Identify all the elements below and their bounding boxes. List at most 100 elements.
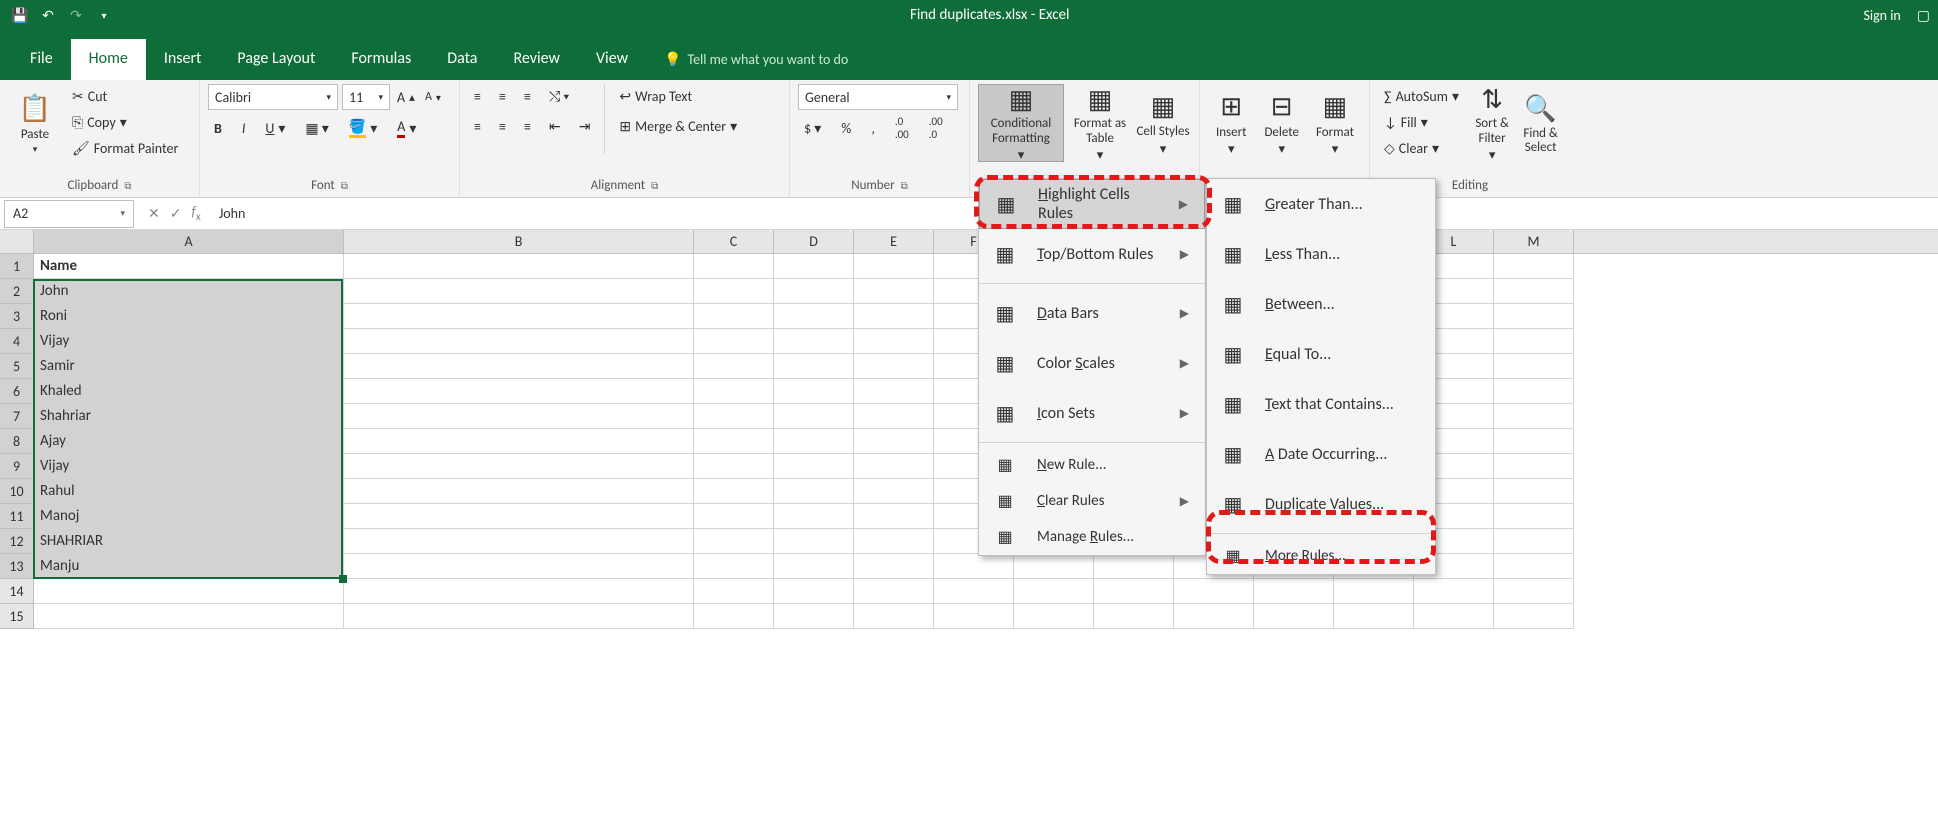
- cell-B9[interactable]: [344, 454, 694, 479]
- cell-M3[interactable]: [1494, 304, 1574, 329]
- cell-F15[interactable]: [934, 604, 1014, 629]
- cell-B3[interactable]: [344, 304, 694, 329]
- cell-B1[interactable]: [344, 254, 694, 279]
- font-size-combo[interactable]: 11▾: [342, 84, 390, 110]
- tab-home[interactable]: Home: [71, 39, 146, 80]
- cell-C3[interactable]: [694, 304, 774, 329]
- row-header-2[interactable]: 2: [0, 279, 34, 304]
- cell-E8[interactable]: [854, 429, 934, 454]
- menu-item-icon-sets[interactable]: ▦Icon Sets▶: [979, 388, 1205, 438]
- cell-A8[interactable]: Ajay: [34, 429, 344, 454]
- menu-item-a-date-occurring-[interactable]: ▦A Date Occurring...: [1207, 429, 1435, 479]
- column-header-M[interactable]: M: [1494, 230, 1574, 253]
- cell-M9[interactable]: [1494, 454, 1574, 479]
- row-header-9[interactable]: 9: [0, 454, 34, 479]
- decrease-indent-button[interactable]: ⇤: [543, 114, 567, 138]
- row-header-8[interactable]: 8: [0, 429, 34, 454]
- cell-A2[interactable]: John: [34, 279, 344, 304]
- cell-E7[interactable]: [854, 404, 934, 429]
- cell-C4[interactable]: [694, 329, 774, 354]
- column-header-A[interactable]: A: [34, 230, 344, 253]
- cell-L14[interactable]: [1414, 579, 1494, 604]
- cell-D10[interactable]: [774, 479, 854, 504]
- menu-item-manage-rules-[interactable]: ▦Manage Rules...: [979, 519, 1205, 555]
- redo-icon[interactable]: ↷: [64, 3, 88, 27]
- cell-G14[interactable]: [1014, 579, 1094, 604]
- cell-C10[interactable]: [694, 479, 774, 504]
- cell-E4[interactable]: [854, 329, 934, 354]
- cell-A15[interactable]: [34, 604, 344, 629]
- tab-insert[interactable]: Insert: [146, 39, 220, 80]
- menu-item-color-scales[interactable]: ▦Color Scales▶: [979, 338, 1205, 388]
- cell-A3[interactable]: Roni: [34, 304, 344, 329]
- tab-data[interactable]: Data: [429, 39, 495, 80]
- cell-B7[interactable]: [344, 404, 694, 429]
- cell-M11[interactable]: [1494, 504, 1574, 529]
- cell-B13[interactable]: [344, 554, 694, 579]
- row-header-11[interactable]: 11: [0, 504, 34, 529]
- cell-A1[interactable]: Name: [34, 254, 344, 279]
- cell-I15[interactable]: [1174, 604, 1254, 629]
- row-header-1[interactable]: 1: [0, 254, 34, 279]
- orientation-button[interactable]: ⤭ ▾: [543, 84, 575, 108]
- paste-button[interactable]: 📋 Paste ▾: [8, 84, 62, 162]
- cell-E15[interactable]: [854, 604, 934, 629]
- cell-E13[interactable]: [854, 554, 934, 579]
- cell-E10[interactable]: [854, 479, 934, 504]
- cell-M2[interactable]: [1494, 279, 1574, 304]
- cell-D11[interactable]: [774, 504, 854, 529]
- cell-A9[interactable]: Vijay: [34, 454, 344, 479]
- menu-item-new-rule-[interactable]: ▦New Rule...: [979, 447, 1205, 483]
- qat-dropdown-icon[interactable]: ▾: [92, 3, 116, 27]
- ribbon-display-icon[interactable]: ▢: [1917, 7, 1930, 24]
- cell-K14[interactable]: [1334, 579, 1414, 604]
- cell-E5[interactable]: [854, 354, 934, 379]
- align-middle-button[interactable]: ≡: [493, 84, 512, 108]
- fill-color-button[interactable]: 🪣 ▾: [343, 116, 383, 140]
- column-header-C[interactable]: C: [694, 230, 774, 253]
- font-launcher-icon[interactable]: ⧉: [341, 179, 348, 192]
- menu-item-top-bottom-rules[interactable]: ▦Top/Bottom Rules▶: [979, 229, 1205, 279]
- cell-H15[interactable]: [1094, 604, 1174, 629]
- align-bottom-button[interactable]: ≡: [518, 84, 537, 108]
- cell-C12[interactable]: [694, 529, 774, 554]
- clear-button[interactable]: ◇Clear ▾: [1378, 136, 1465, 160]
- cell-styles-button[interactable]: ▦ Cell Styles ▾: [1136, 84, 1190, 162]
- border-button[interactable]: ▦ ▾: [299, 116, 334, 140]
- cell-C14[interactable]: [694, 579, 774, 604]
- number-launcher-icon[interactable]: ⧉: [901, 179, 908, 192]
- find-select-button[interactable]: 🔍 Find & Select: [1519, 84, 1562, 162]
- fill-button[interactable]: ↓Fill ▾: [1378, 110, 1465, 134]
- cell-A6[interactable]: Khaled: [34, 379, 344, 404]
- increase-indent-button[interactable]: ⇥: [573, 114, 597, 138]
- cell-E6[interactable]: [854, 379, 934, 404]
- cell-B15[interactable]: [344, 604, 694, 629]
- cell-M12[interactable]: [1494, 529, 1574, 554]
- cell-G15[interactable]: [1014, 604, 1094, 629]
- cell-C7[interactable]: [694, 404, 774, 429]
- bold-button[interactable]: B: [208, 116, 228, 140]
- column-header-D[interactable]: D: [774, 230, 854, 253]
- cell-A10[interactable]: Rahul: [34, 479, 344, 504]
- underline-button[interactable]: U ▾: [259, 116, 291, 140]
- tab-review[interactable]: Review: [495, 39, 578, 80]
- increase-decimal-button[interactable]: .0.00: [889, 116, 915, 140]
- row-header-6[interactable]: 6: [0, 379, 34, 404]
- select-all-corner[interactable]: [0, 230, 34, 253]
- italic-button[interactable]: I: [236, 116, 252, 140]
- cell-A4[interactable]: Vijay: [34, 329, 344, 354]
- cell-A14[interactable]: [34, 579, 344, 604]
- cell-D13[interactable]: [774, 554, 854, 579]
- decrease-font-button[interactable]: A▾: [422, 85, 444, 109]
- align-top-button[interactable]: ≡: [468, 84, 487, 108]
- number-format-combo[interactable]: General▾: [798, 84, 958, 110]
- cell-E3[interactable]: [854, 304, 934, 329]
- alignment-launcher-icon[interactable]: ⧉: [651, 179, 658, 192]
- cell-C1[interactable]: [694, 254, 774, 279]
- cell-D7[interactable]: [774, 404, 854, 429]
- cell-C13[interactable]: [694, 554, 774, 579]
- percent-button[interactable]: %: [835, 116, 857, 140]
- cell-M6[interactable]: [1494, 379, 1574, 404]
- menu-item-equal-to-[interactable]: ▦Equal To...: [1207, 329, 1435, 379]
- cell-F14[interactable]: [934, 579, 1014, 604]
